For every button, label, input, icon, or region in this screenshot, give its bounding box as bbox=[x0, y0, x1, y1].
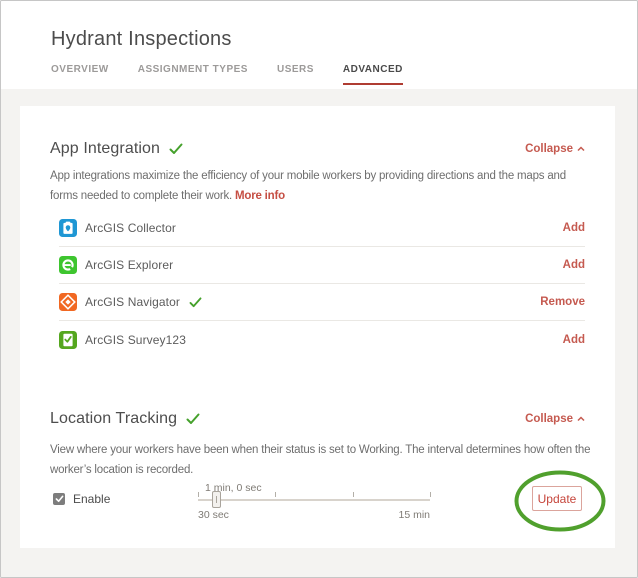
explorer-add-link[interactable]: Add bbox=[563, 259, 585, 271]
navigator-enabled-check-icon bbox=[189, 297, 202, 308]
app-integration-collapse-button[interactable]: Collapse bbox=[525, 143, 585, 155]
collector-add-link[interactable]: Add bbox=[563, 222, 585, 234]
slider-tick bbox=[198, 492, 199, 497]
tracking-controls: Enable 1 min, 0 sec 30 sec 15 min Update bbox=[50, 482, 585, 540]
app-window: Hydrant Inspections OVERVIEW ASSIGNMENT … bbox=[0, 0, 638, 578]
page-title: Hydrant Inspections bbox=[51, 28, 232, 51]
description-text: App integrations maximize the efficiency… bbox=[50, 170, 566, 202]
enable-checkbox[interactable] bbox=[53, 493, 65, 505]
arcgis-navigator-icon bbox=[59, 293, 77, 311]
chevron-up-icon bbox=[577, 143, 585, 155]
app-integration-title: App Integration bbox=[50, 140, 160, 158]
slider-tick bbox=[430, 492, 431, 497]
section-complete-check-icon bbox=[169, 143, 183, 155]
slider-tick bbox=[353, 492, 354, 497]
app-integration-header: App Integration Collapse bbox=[50, 138, 585, 160]
content-area: App Integration Collapse App integration… bbox=[1, 89, 637, 578]
tab-assignment-types[interactable]: ASSIGNMENT TYPES bbox=[138, 64, 248, 85]
slider-max-label: 15 min bbox=[398, 509, 430, 521]
app-name: ArcGIS Collector bbox=[85, 221, 176, 235]
settings-card: App Integration Collapse App integration… bbox=[20, 106, 615, 548]
collapse-label: Collapse bbox=[525, 143, 573, 155]
chevron-up-icon bbox=[577, 413, 585, 425]
project-header: Hydrant Inspections OVERVIEW ASSIGNMENT … bbox=[1, 1, 637, 89]
enable-label: Enable bbox=[73, 492, 110, 506]
survey123-add-link[interactable]: Add bbox=[563, 334, 585, 346]
slider-tick bbox=[275, 492, 276, 497]
location-tracking-title: Location Tracking bbox=[50, 410, 177, 428]
slider-handle[interactable] bbox=[212, 491, 221, 508]
tab-users[interactable]: USERS bbox=[277, 64, 314, 85]
location-tracking-header: Location Tracking Collapse bbox=[50, 408, 585, 430]
collapse-label: Collapse bbox=[525, 413, 573, 425]
app-list: ArcGIS Collector Add ArcGIS Explorer Add… bbox=[59, 210, 585, 358]
app-row-survey123: ArcGIS Survey123 Add bbox=[59, 321, 585, 358]
app-name: ArcGIS Survey123 bbox=[85, 333, 186, 347]
navigator-remove-link[interactable]: Remove bbox=[540, 296, 585, 308]
slider-track[interactable] bbox=[198, 499, 430, 501]
location-tracking-collapse-button[interactable]: Collapse bbox=[525, 413, 585, 425]
app-row-explorer: ArcGIS Explorer Add bbox=[59, 247, 585, 284]
arcgis-survey123-icon bbox=[59, 331, 77, 349]
app-row-collector: ArcGIS Collector Add bbox=[59, 210, 585, 247]
more-info-link[interactable]: More info bbox=[235, 190, 285, 202]
interval-slider: 1 min, 0 sec 30 sec 15 min bbox=[198, 482, 430, 530]
location-tracking-description: View where your workers have been when t… bbox=[50, 440, 595, 480]
arcgis-collector-icon bbox=[59, 219, 77, 237]
update-button[interactable]: Update bbox=[532, 486, 582, 511]
slider-min-label: 30 sec bbox=[198, 509, 229, 521]
app-name: ArcGIS Explorer bbox=[85, 258, 173, 272]
tab-overview[interactable]: OVERVIEW bbox=[51, 64, 109, 85]
app-name: ArcGIS Navigator bbox=[85, 295, 180, 309]
arcgis-explorer-icon bbox=[59, 256, 77, 274]
app-integration-description: App integrations maximize the efficiency… bbox=[50, 166, 595, 206]
tab-bar: OVERVIEW ASSIGNMENT TYPES USERS ADVANCED bbox=[51, 64, 403, 85]
app-row-navigator: ArcGIS Navigator Remove bbox=[59, 284, 585, 321]
tab-advanced[interactable]: ADVANCED bbox=[343, 64, 403, 85]
section-complete-check-icon bbox=[186, 413, 200, 425]
enable-checkbox-group[interactable]: Enable bbox=[53, 492, 110, 506]
